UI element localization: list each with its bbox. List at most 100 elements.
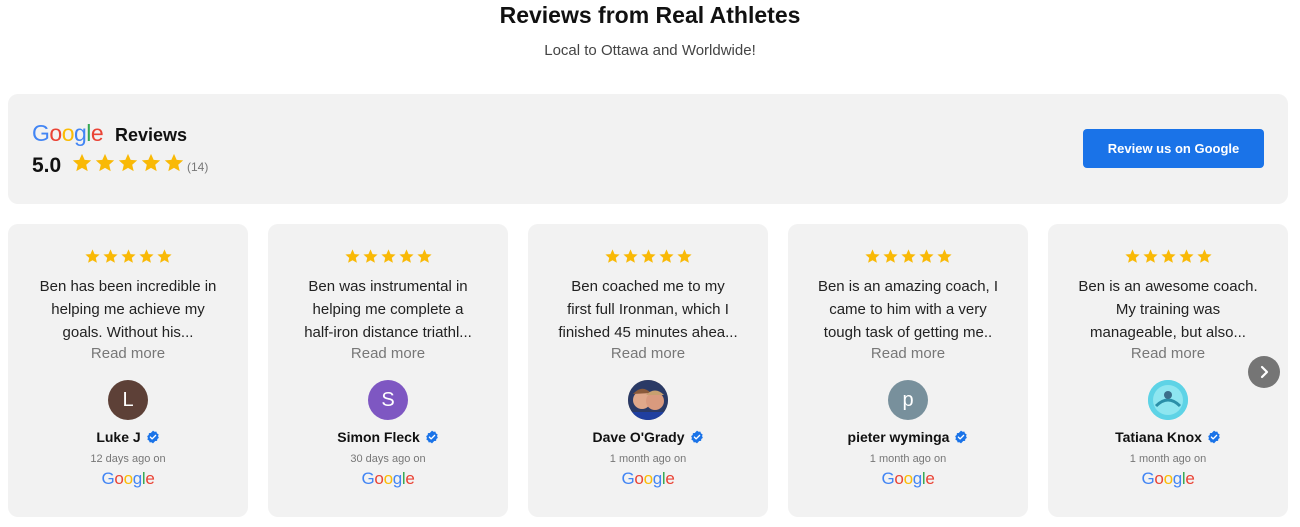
star-icon: [95, 153, 115, 172]
avatar: S: [368, 380, 408, 420]
review-text: Ben is an amazing coach, I came to him wi…: [808, 275, 1008, 344]
verified-badge-icon: [1208, 430, 1220, 444]
reviewer-name: Luke J: [96, 429, 141, 445]
star-icon: [156, 249, 172, 263]
review-text-line: Ben has been incredible in: [39, 278, 217, 295]
verified-badge-icon: [146, 430, 159, 444]
reviewer-name: Dave O'Grady: [592, 429, 685, 445]
review-us-on-google-button[interactable]: Review us on Google: [1083, 129, 1264, 168]
reviewer-name-row: pieter wyminga: [788, 429, 1028, 445]
star-icon: [380, 249, 396, 263]
read-more-link[interactable]: Read more: [268, 345, 508, 362]
read-more-link[interactable]: Read more: [528, 345, 768, 362]
star-icon: [882, 249, 898, 263]
carousel-next-button[interactable]: [1248, 356, 1280, 388]
verified-badge-icon: [425, 430, 438, 444]
star-icon: [1196, 249, 1212, 263]
review-text-line: My training was: [1115, 301, 1221, 318]
google-logo: Google: [361, 469, 415, 488]
chevron-right-icon: [1260, 365, 1269, 379]
avatar-photo: [628, 380, 668, 420]
google-logo: Google: [101, 469, 155, 488]
reviewer-name-row: Tatiana Knox: [1048, 429, 1288, 445]
review-text-line: helping me complete a: [312, 301, 464, 318]
review-card: Ben has been incredible in helping me ach…: [8, 224, 248, 517]
review-text-line: half-iron distance triathl...: [304, 324, 472, 341]
review-time: 30 days ago on: [350, 453, 426, 465]
review-text-line: helping me achieve my: [51, 301, 205, 318]
star-icon: [1178, 249, 1194, 263]
star-icon: [362, 249, 378, 263]
star-icon: [1124, 249, 1140, 263]
verified-badge-icon: [955, 430, 968, 444]
star-icon: [918, 249, 934, 263]
review-text: Ben is an awesome coach. My training was m…: [1068, 275, 1268, 344]
reviewer-name: Simon Fleck: [337, 429, 420, 445]
review-text-line: goals. Without his...: [62, 324, 194, 341]
review-text-line: Ben is an amazing coach, I: [817, 278, 999, 295]
review-time: 1 month ago on: [869, 453, 947, 465]
star-icon: [164, 153, 184, 172]
reviews-summary-panel: Google Reviews 5.0 (14) Review us on Goo…: [8, 94, 1288, 204]
star-icon: [120, 249, 136, 263]
avatar-photo: [1148, 380, 1188, 420]
star-icon: [658, 249, 674, 263]
review-text: Ben has been incredible in helping me ach…: [28, 275, 228, 344]
review-card: Ben is an amazing coach, I came to him wi…: [788, 224, 1028, 517]
reviewer-name: Tatiana Knox: [1115, 429, 1202, 445]
verified-badge-icon: [690, 430, 703, 444]
star-icon: [344, 249, 360, 263]
review-card: Ben coached me to my first full Ironman, …: [528, 224, 768, 517]
page-title: Reviews from Real Athletes: [499, 2, 801, 28]
read-more-link[interactable]: Read more: [8, 345, 248, 362]
review-text: Ben was instrumental in helping me comple…: [288, 275, 488, 344]
star-icon: [640, 249, 656, 263]
star-icon: [416, 249, 432, 263]
avatar: [628, 380, 668, 420]
review-time: 1 month ago on: [1129, 453, 1207, 465]
read-more-link[interactable]: Read more: [788, 345, 1028, 362]
star-icon: [118, 153, 138, 172]
review-text-line: Ben coached me to my: [571, 278, 725, 295]
review-text: Ben coached me to my first full Ironman, …: [548, 275, 748, 344]
review-time: 1 month ago on: [609, 453, 687, 465]
review-text-line: tough task of getting me..: [823, 324, 993, 341]
review-time: 12 days ago on: [90, 453, 166, 465]
review-stars: [1048, 248, 1288, 265]
review-text-line: Ben was instrumental in: [308, 278, 468, 295]
star-icon: [1160, 249, 1176, 263]
star-icon: [622, 249, 638, 263]
reviewer-name-row: Luke J: [8, 429, 248, 445]
star-icon: [864, 249, 880, 263]
avatar: [1148, 380, 1188, 420]
star-icon: [102, 249, 118, 263]
review-text-line: came to him with a very: [829, 301, 987, 318]
star-icon: [1142, 249, 1158, 263]
reviews-label: Reviews: [115, 125, 188, 145]
google-logo: Google: [32, 120, 104, 146]
reviews-carousel: Ben has been incredible in helping me ach…: [8, 224, 1300, 527]
review-count: (14): [187, 160, 209, 174]
star-icon: [138, 249, 154, 263]
review-text-line: first full Ironman, which I: [567, 301, 729, 318]
star-icon: [141, 153, 161, 172]
star-icon: [936, 249, 952, 263]
review-stars: [528, 248, 768, 265]
review-text-line: Ben is an awesome coach.: [1078, 278, 1258, 295]
review-stars: [8, 248, 248, 265]
average-rating: 5.0: [32, 154, 62, 177]
review-text-line: finished 45 minutes ahea...: [558, 324, 738, 341]
reviewer-name-row: Dave O'Grady: [528, 429, 768, 445]
page-subtitle: Local to Ottawa and Worldwide!: [544, 42, 756, 59]
avatar: p: [888, 380, 928, 420]
reviewer-name: pieter wyminga: [847, 429, 950, 445]
review-stars: [268, 248, 508, 265]
star-icon: [676, 249, 692, 263]
google-logo: Google: [621, 469, 675, 488]
avatar: L: [108, 380, 148, 420]
star-icon: [900, 249, 916, 263]
rating-stars: [71, 152, 185, 174]
review-stars: [788, 248, 1028, 265]
star-icon: [84, 249, 100, 263]
review-text-line: manageable, but also...: [1090, 324, 1246, 341]
